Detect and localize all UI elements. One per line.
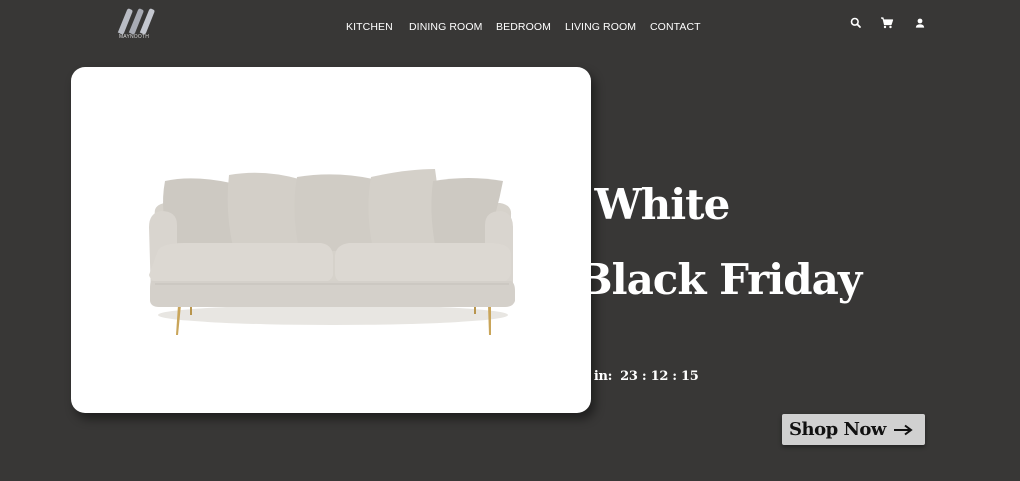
sofa-image [149, 169, 515, 335]
shop-now-label: Shop Now [789, 419, 886, 440]
arrow-right-icon [894, 424, 913, 436]
nav-bedroom[interactable]: BEDROOM [496, 21, 551, 33]
shop-now-button[interactable]: Shop Now [782, 414, 925, 445]
headline-line-2: in Black Friday [519, 255, 862, 304]
logo-mark-icon [117, 8, 155, 35]
nav-kitchen[interactable]: KITCHEN [346, 21, 393, 33]
search-icon[interactable] [848, 15, 864, 31]
nav-dining-room[interactable]: DINING ROOM [409, 21, 482, 33]
brand-logo[interactable]: MAYNOOTH [112, 6, 156, 42]
countdown-timer: 23 : 12 : 15 [620, 369, 699, 384]
account-icon[interactable] [912, 15, 928, 31]
cart-icon[interactable] [879, 15, 895, 31]
sale-countdown: Sale Ends in: 23 : 12 : 15 [521, 369, 699, 384]
brand-name: MAYNOOTH [118, 34, 150, 40]
nav-contact[interactable]: CONTACT [650, 21, 701, 33]
nav-living-room[interactable]: LIVING ROOM [565, 21, 636, 33]
sale-label: Sale Ends in: [521, 369, 613, 384]
product-image-card [71, 67, 591, 413]
headline-line-1: Go White [519, 180, 730, 229]
